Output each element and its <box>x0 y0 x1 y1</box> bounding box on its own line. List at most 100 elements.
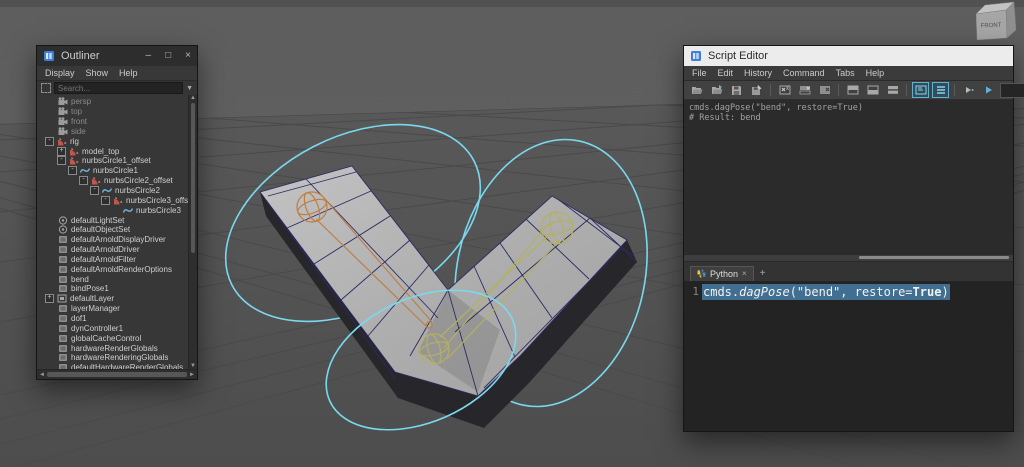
scroll-left-icon[interactable]: ◄ <box>39 372 45 378</box>
script-editor-window[interactable]: Script Editor File Edit History Command Tabs… <box>683 45 1014 432</box>
show-input-pane-button[interactable] <box>864 82 881 98</box>
outliner-item-defaultLayer[interactable]: +defaultLayer <box>37 294 197 304</box>
code-token: ("bend", restore= <box>790 285 913 299</box>
viewcube[interactable]: FRONT <box>976 2 1016 40</box>
outliner-vertical-scrollbar[interactable]: ▲ ▼ <box>188 95 197 369</box>
show-history-pane-button[interactable] <box>844 82 861 98</box>
execute-button[interactable] <box>960 82 977 98</box>
se-menu-history[interactable]: History <box>744 68 772 78</box>
selected-code-text[interactable]: cmds.dagPose("bend", restore=True) <box>702 284 950 300</box>
code-line-1[interactable]: 1 cmds.dagPose("bend", restore=True) <box>684 284 1013 300</box>
minimize-button[interactable]: – <box>146 51 152 61</box>
outliner-item-defaultObjectSet[interactable]: defaultObjectSet <box>37 225 197 235</box>
script-editor-window-icon <box>690 50 702 62</box>
outliner-item-hardwareRenderingGlobals[interactable]: hardwareRenderingGlobals <box>37 353 197 363</box>
outliner-item-dof1[interactable]: dof1 <box>37 314 197 324</box>
echo-all-commands-toggle[interactable] <box>912 82 929 98</box>
outliner-item-front[interactable]: front <box>37 117 197 127</box>
scroll-down-icon[interactable]: ▼ <box>190 363 196 369</box>
set-icon <box>58 216 68 225</box>
outliner-menu-help[interactable]: Help <box>119 68 138 78</box>
outliner-titlebar[interactable]: Outliner – □ × <box>37 46 197 66</box>
save-script-to-shelf-button[interactable] <box>748 82 765 98</box>
tab-close-icon[interactable]: × <box>742 269 747 278</box>
outliner-item-hardwareRenderGlobals[interactable]: hardwareRenderGlobals <box>37 343 197 353</box>
splitter-grip[interactable] <box>859 256 1009 259</box>
code-token: ) <box>941 285 948 299</box>
scrollbar-thumb[interactable] <box>47 372 187 377</box>
outliner-item-model_top[interactable]: +model_top <box>37 146 197 156</box>
scrollbar-thumb[interactable] <box>191 103 195 253</box>
svg-text:x: x <box>786 86 789 92</box>
outliner-item-nurbsCircle1[interactable]: -nurbsCircle1 <box>37 166 197 176</box>
outliner-item-nurbsCircle2[interactable]: -nurbsCircle2 <box>37 186 197 196</box>
node-icon <box>58 353 68 362</box>
outliner-item-dynController1[interactable]: dynController1 <box>37 323 197 333</box>
outliner-search-input[interactable] <box>54 82 183 94</box>
outliner-item-rig[interactable]: -rig <box>37 136 197 146</box>
maximize-button[interactable]: □ <box>165 51 171 61</box>
outliner-item-nurbsCircle3[interactable]: nurbsCircle3 <box>37 205 197 215</box>
floppy-disk-shelf-icon <box>751 85 762 96</box>
outliner-item-bindPose1[interactable]: bindPose1 <box>37 284 197 294</box>
outliner-item-globalCacheControl[interactable]: globalCacheControl <box>37 333 197 343</box>
expand-icon[interactable]: + <box>45 294 54 303</box>
expand-icon[interactable]: + <box>57 147 66 156</box>
script-history-pane[interactable]: cmds.dagPose("bend", restore=True)# Resu… <box>684 100 1013 254</box>
outliner-item-top[interactable]: top <box>37 107 197 117</box>
execute-all-button[interactable] <box>980 82 997 98</box>
pane-splitter[interactable] <box>684 254 1013 262</box>
outliner-item-nurbsCircle2_offset[interactable]: -nurbsCircle2_offset <box>37 176 197 186</box>
clear-all-button[interactable] <box>816 82 833 98</box>
outliner-menu-display[interactable]: Display <box>45 68 75 78</box>
node-icon <box>58 245 68 254</box>
outliner-item-defaultLightSet[interactable]: defaultLightSet <box>37 215 197 225</box>
outliner-horizontal-scrollbar[interactable]: ◄ ► <box>37 369 197 379</box>
outliner-item-defaultArnoldFilter[interactable]: defaultArnoldFilter <box>37 255 197 265</box>
outliner-item-label: layerManager <box>71 304 120 313</box>
outliner-item-side[interactable]: side <box>37 127 197 137</box>
collapse-icon[interactable]: - <box>45 137 54 146</box>
outliner-item-label: defaultArnoldDisplayDriver <box>71 235 166 244</box>
clear-input-button[interactable]: x <box>776 82 793 98</box>
se-menu-edit[interactable]: Edit <box>718 68 734 78</box>
scroll-right-icon[interactable]: ► <box>189 372 195 378</box>
collapse-icon[interactable]: - <box>101 196 110 205</box>
save-script-button[interactable] <box>728 82 745 98</box>
scroll-up-icon[interactable]: ▲ <box>190 95 196 101</box>
outliner-item-defaultArnoldDriver[interactable]: defaultArnoldDriver <box>37 245 197 255</box>
outliner-item-persp[interactable]: persp <box>37 97 197 107</box>
clear-history-button[interactable] <box>796 82 813 98</box>
collapse-icon[interactable]: - <box>90 186 99 195</box>
source-script-button[interactable] <box>708 82 725 98</box>
script-input-pane[interactable]: 1 cmds.dagPose("bend", restore=True) <box>684 282 1013 432</box>
collapse-icon[interactable]: - <box>79 176 88 185</box>
outliner-item-defaultArnoldDisplayDriver[interactable]: defaultArnoldDisplayDriver <box>37 235 197 245</box>
selection-filter-icon[interactable] <box>41 83 51 93</box>
se-menu-tabs[interactable]: Tabs <box>836 68 855 78</box>
new-tab-button[interactable]: + <box>760 268 766 281</box>
se-menu-file[interactable]: File <box>692 68 707 78</box>
se-menu-command[interactable]: Command <box>783 68 825 78</box>
outliner-item-nurbsCircle3_offset[interactable]: -nurbsCircle3_offset <box>37 195 197 205</box>
history-pane-icon <box>847 85 859 95</box>
outliner-menu-show[interactable]: Show <box>86 68 109 78</box>
outliner-item-bend[interactable]: bend <box>37 274 197 284</box>
outliner-item-defaultArnoldRenderOptions[interactable]: defaultArnoldRenderOptions <box>37 264 197 274</box>
outliner-list[interactable]: persptopfrontside-rig+model_top-nurbsCir… <box>37 95 197 369</box>
outliner-window[interactable]: Outliner – □ × Display Show Help ▼ perspto… <box>36 45 198 380</box>
collapse-icon[interactable]: - <box>57 156 66 165</box>
toolbar-search-input[interactable] <box>1000 83 1024 98</box>
show-line-numbers-toggle[interactable] <box>932 82 949 98</box>
close-button[interactable]: × <box>185 51 191 61</box>
outliner-item-layerManager[interactable]: layerManager <box>37 304 197 314</box>
collapse-icon[interactable]: - <box>68 166 77 175</box>
open-script-button[interactable] <box>688 82 705 98</box>
se-menu-help[interactable]: Help <box>866 68 885 78</box>
show-both-panes-button[interactable] <box>884 82 901 98</box>
search-options-chevron-icon[interactable]: ▼ <box>186 85 193 92</box>
outliner-item-nurbsCircle1_offset[interactable]: -nurbsCircle1_offset <box>37 156 197 166</box>
outliner-item-defaultHardwareRenderGlobals[interactable]: defaultHardwareRenderGlobals <box>37 363 197 369</box>
script-editor-titlebar[interactable]: Script Editor <box>684 46 1013 66</box>
tab-python[interactable]: Python × <box>690 266 754 281</box>
